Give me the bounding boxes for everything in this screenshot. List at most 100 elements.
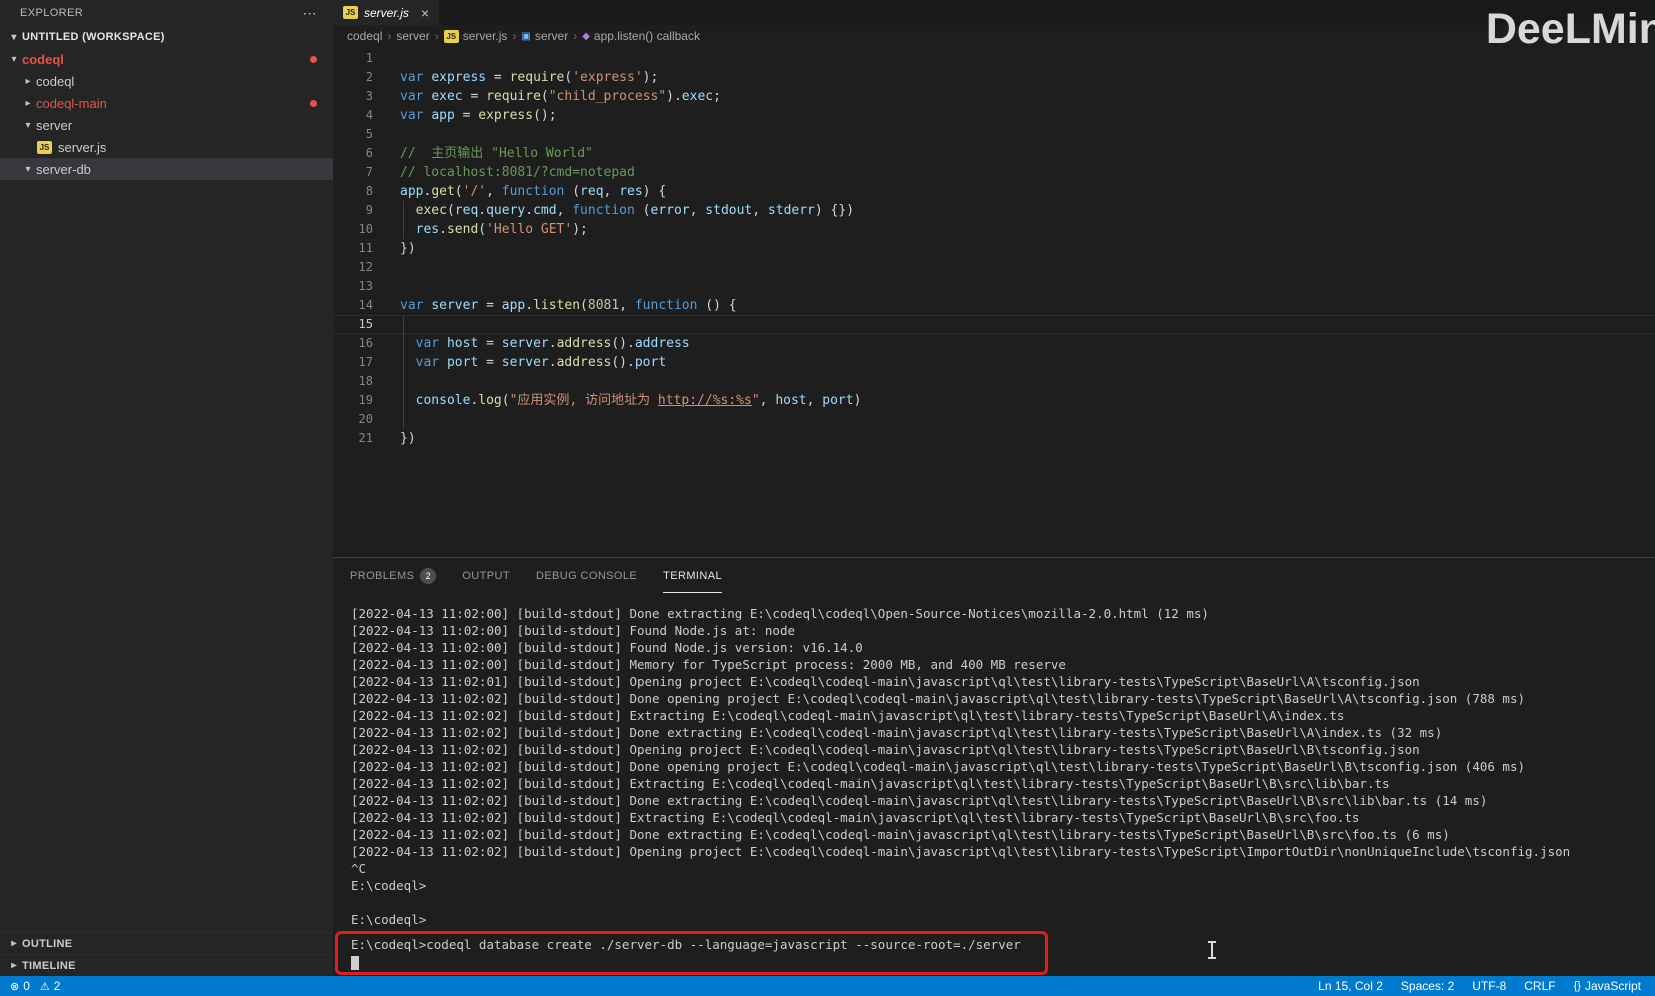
outline-label: OUTLINE xyxy=(22,937,73,950)
breadcrumb-item[interactable]: ◆ app.listen() callback xyxy=(582,29,700,43)
tree-item-label: server xyxy=(36,117,73,133)
code-line[interactable]: 13 xyxy=(333,277,1655,296)
tree-item-codeql[interactable]: ▾ codeql xyxy=(0,48,333,70)
code-line-text: // 主页输出 "Hello World" xyxy=(400,146,593,161)
code-line-text: var port = server.address().port xyxy=(415,355,667,370)
breadcrumb-separator: › xyxy=(512,29,517,43)
status-errors[interactable]: ⊗ 0 xyxy=(10,979,30,993)
timeline-section[interactable]: ▸ TIMELINE xyxy=(0,954,333,976)
line-number: 7 xyxy=(365,165,373,179)
breadcrumb-item[interactable]: codeql xyxy=(347,29,382,43)
code-line[interactable]: 19 console.log("应用实例, 访问地址为 http://%s:%s… xyxy=(333,391,1655,410)
status-language-mode[interactable]: {} JavaScript xyxy=(1574,979,1641,993)
code-line[interactable]: 3 var exec = require("child_process").exe… xyxy=(333,87,1655,106)
code-line[interactable]: 4 var app = express(); xyxy=(333,106,1655,125)
panel-tab-problems[interactable]: PROBLEMS 2 xyxy=(350,558,437,593)
tree-item-label: server-db xyxy=(36,161,91,177)
panel-tab-label: TERMINAL xyxy=(663,569,722,582)
status-language-mode-label: JavaScript xyxy=(1584,979,1641,993)
terminal-line: E:\codeql> xyxy=(351,912,427,927)
tree-item-codeql-main[interactable]: ▸ codeql-main xyxy=(0,92,333,114)
panel-tab-output[interactable]: OUTPUT xyxy=(462,558,510,593)
terminal-line: [2022-04-13 11:02:02] [build-stdout] Ope… xyxy=(351,742,1420,757)
modified-dot-icon xyxy=(310,99,317,107)
symbol-field-icon: ▣ xyxy=(521,30,531,42)
code-line[interactable]: 10 res.send('Hello GET'); xyxy=(333,220,1655,239)
panel-tab-terminal[interactable]: TERMINAL xyxy=(663,558,722,593)
status-warnings[interactable]: ⚠ 2 xyxy=(40,979,61,993)
line-number: 21 xyxy=(358,431,373,445)
code-line[interactable]: 7 // localhost:8081/?cmd=notepad xyxy=(333,163,1655,182)
breadcrumb-item[interactable]: JS server.js xyxy=(443,29,508,43)
code-line[interactable]: 14 var server = app.listen(8081, function… xyxy=(333,296,1655,315)
bottom-panel: PROBLEMS 2 OUTPUT DEBUG CONSOLE TERMINAL [20… xyxy=(333,557,1655,976)
breadcrumb-item[interactable]: ▣ server xyxy=(521,29,568,43)
status-indentation[interactable]: Spaces: 2 xyxy=(1401,979,1454,993)
tree-item-label: codeql xyxy=(36,73,75,89)
close-icon[interactable]: × xyxy=(421,5,429,21)
workspace-header[interactable]: ▾ UNTITLED (WORKSPACE) xyxy=(0,26,333,48)
tab-server-js[interactable]: JS server.js × xyxy=(333,0,440,25)
breadcrumb-label: app.listen() callback xyxy=(593,29,700,43)
code-editor[interactable]: 1 2 var express = require('express'); 3 var … xyxy=(333,47,1655,557)
code-line[interactable]: 5 xyxy=(333,125,1655,144)
code-line[interactable]: 18 xyxy=(333,372,1655,391)
terminal-line: [2022-04-13 11:02:02] [build-stdout] Don… xyxy=(351,759,1525,774)
terminal-output[interactable]: [2022-04-13 11:02:00] [build-stdout] Don… xyxy=(333,593,1655,976)
problems-count-badge: 2 xyxy=(420,568,437,584)
code-line[interactable]: 1 xyxy=(333,49,1655,68)
ellipsis-icon[interactable]: ⋯ xyxy=(303,5,317,22)
status-cursor-position-label: Ln 15, Col 2 xyxy=(1318,979,1383,993)
tree-item-server.js[interactable]: JS server.js xyxy=(0,136,333,158)
code-line[interactable]: 12 xyxy=(333,258,1655,277)
breadcrumb-label: server.js xyxy=(462,29,508,43)
status-eol-label: CRLF xyxy=(1524,979,1556,993)
status-eol[interactable]: CRLF xyxy=(1524,979,1555,993)
chevron-right-icon: ▸ xyxy=(11,960,17,971)
code-line[interactable]: 9 exec(req.query.cmd, function (error, s… xyxy=(333,201,1655,220)
line-number: 18 xyxy=(358,374,373,388)
status-bar-right: Ln 15, Col 2 Spaces: 2 UTF-8 CRLF {} JavaScri… xyxy=(1318,979,1655,993)
chevron-down-icon: ▾ xyxy=(25,119,31,131)
code-line[interactable]: 2 var express = require('express'); xyxy=(333,68,1655,87)
status-encoding[interactable]: UTF-8 xyxy=(1472,979,1506,993)
tree-item-codeql[interactable]: ▸ codeql xyxy=(0,70,333,92)
file-tree: ▾ codeql ▸ codeql ▸ codeql-main ▾ server JS serve… xyxy=(0,48,333,180)
line-number: 4 xyxy=(365,108,373,122)
warning-icon: ⚠ xyxy=(39,980,50,993)
code-line[interactable]: 6 // 主页输出 "Hello World" xyxy=(333,144,1655,163)
terminal-line: [2022-04-13 11:02:02] [build-stdout] Ope… xyxy=(351,844,1571,859)
chevron-down-icon: ▾ xyxy=(25,163,31,175)
status-encoding-label: UTF-8 xyxy=(1472,979,1507,993)
terminal-line: [2022-04-13 11:02:02] [build-stdout] Ext… xyxy=(351,708,1345,723)
line-number: 10 xyxy=(358,222,373,236)
breadcrumb-item[interactable]: server xyxy=(396,29,429,43)
code-line-text: var server = app.listen(8081, function (… xyxy=(400,298,737,313)
tree-item-server-db[interactable]: ▾ server-db xyxy=(0,158,333,180)
line-number: 15 xyxy=(358,317,373,331)
tree-item-server[interactable]: ▾ server xyxy=(0,114,333,136)
code-line[interactable]: 20 xyxy=(333,410,1655,429)
code-line[interactable]: 16 var host = server.address().address xyxy=(333,334,1655,353)
terminal-line: [2022-04-13 11:02:00] [build-stdout] Fou… xyxy=(351,623,796,638)
code-line-text: console.log("应用实例, 访问地址为 http://%s:%s", … xyxy=(415,393,862,408)
tree-item-label: server.js xyxy=(58,139,107,155)
breadcrumb-label: server xyxy=(396,29,430,43)
code-line[interactable]: 17 var port = server.address().port xyxy=(333,353,1655,372)
terminal-line: [2022-04-13 11:02:02] [build-stdout] Don… xyxy=(351,691,1525,706)
panel-tab-debug-console[interactable]: DEBUG CONSOLE xyxy=(536,558,637,593)
status-cursor-position[interactable]: Ln 15, Col 2 xyxy=(1318,979,1383,993)
line-number: 19 xyxy=(358,393,373,407)
terminal-line: [2022-04-13 11:02:00] [build-stdout] Don… xyxy=(351,606,1209,621)
terminal-line: E:\codeql> xyxy=(351,878,427,893)
outline-section[interactable]: ▸ OUTLINE xyxy=(0,932,333,954)
code-line[interactable]: 11}) xyxy=(333,239,1655,258)
code-line[interactable]: 8 app.get('/', function (req, res) { xyxy=(333,182,1655,201)
js-file-icon: JS xyxy=(37,140,52,154)
code-line[interactable]: 21}) xyxy=(333,429,1655,448)
explorer-header: EXPLORER ⋯ xyxy=(0,0,333,26)
explorer-title: EXPLORER xyxy=(20,7,84,19)
code-line[interactable]: 15 xyxy=(333,315,1655,334)
js-file-icon: JS xyxy=(343,6,358,19)
